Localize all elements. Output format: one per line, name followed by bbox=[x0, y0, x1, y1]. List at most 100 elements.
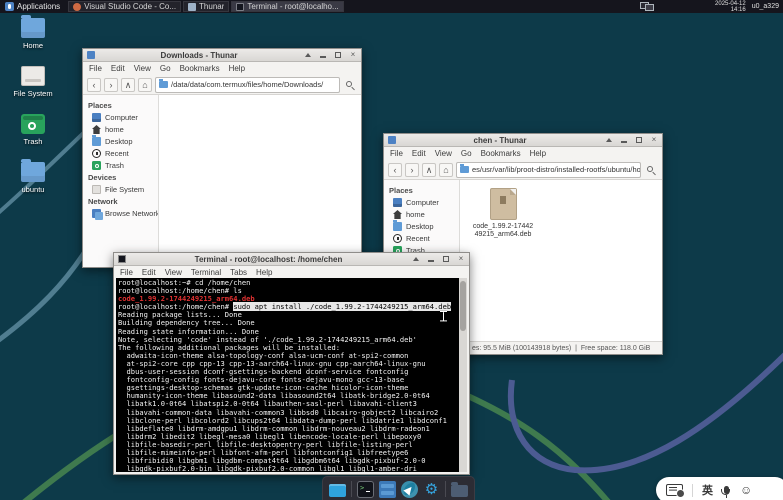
folder-icon bbox=[159, 81, 168, 88]
titlebar[interactable]: Downloads - Thunar × bbox=[83, 49, 361, 62]
shade-button[interactable] bbox=[304, 51, 312, 59]
menu-item-terminal[interactable]: Terminal bbox=[191, 268, 221, 277]
menu-item-view[interactable]: View bbox=[435, 149, 452, 158]
home-button[interactable]: ⌂ bbox=[439, 163, 453, 177]
close-button[interactable]: × bbox=[349, 51, 357, 59]
up-button[interactable]: ∧ bbox=[422, 163, 436, 177]
terminal-icon bbox=[236, 3, 244, 11]
sidebar-item-computer[interactable]: Computer bbox=[393, 198, 459, 207]
dock-file-drawer-icon[interactable] bbox=[379, 481, 396, 498]
menu-item-file[interactable]: File bbox=[390, 149, 403, 158]
sidebar-item-trash[interactable]: Trash bbox=[92, 161, 158, 170]
applications-label: Applications bbox=[17, 2, 60, 11]
maximize-button[interactable] bbox=[334, 51, 342, 59]
titlebar[interactable]: Terminal - root@localhost: /home/chen × bbox=[114, 253, 469, 266]
ime-toolbar: 英 ☺ bbox=[656, 477, 783, 500]
sidebar-item-recent[interactable]: Recent bbox=[92, 149, 158, 158]
terminal-line: libgdk-pixbuf2.0-bin libgdk-pixbuf2.0-co… bbox=[118, 465, 465, 472]
desktop-icon-home[interactable]: Home bbox=[6, 18, 60, 50]
emoji-icon[interactable]: ☺ bbox=[740, 484, 752, 496]
dock-separator bbox=[351, 481, 352, 497]
shade-button[interactable] bbox=[605, 136, 613, 144]
minimize-button[interactable] bbox=[620, 136, 628, 144]
dock-settings-icon[interactable]: ⚙ bbox=[423, 481, 440, 498]
sidebar-item-recent[interactable]: Recent bbox=[393, 234, 459, 243]
folder-icon bbox=[460, 166, 469, 173]
terminal-scrollbar[interactable] bbox=[459, 278, 467, 472]
ime-language-toggle[interactable]: 英 bbox=[702, 482, 713, 498]
path-text: es/usr/var/lib/proot-distro/installed-ro… bbox=[472, 165, 641, 174]
maximize-button[interactable] bbox=[635, 136, 643, 144]
sidebar-item-home[interactable]: home bbox=[92, 125, 158, 134]
forward-button[interactable]: › bbox=[104, 78, 118, 92]
path-bar[interactable]: es/usr/var/lib/proot-distro/installed-ro… bbox=[456, 162, 641, 178]
back-button[interactable]: ‹ bbox=[87, 78, 101, 92]
menu-item-edit[interactable]: Edit bbox=[111, 64, 125, 73]
keyboard-icon[interactable] bbox=[666, 484, 683, 496]
sidebar-item-home[interactable]: home bbox=[393, 210, 459, 219]
back-button[interactable]: ‹ bbox=[388, 163, 402, 177]
sidebar-section-header: Places bbox=[88, 101, 158, 110]
terminal-output[interactable]: root@localhost:~# cd /home/chenroot@loca… bbox=[116, 278, 467, 472]
menu-item-edit[interactable]: Edit bbox=[412, 149, 426, 158]
menu-item-edit[interactable]: Edit bbox=[142, 268, 156, 277]
applications-menu-button[interactable]: Applications bbox=[0, 0, 65, 13]
sidebar-item-label: Recent bbox=[406, 234, 430, 243]
minimize-button[interactable] bbox=[319, 51, 327, 59]
menu-item-bookmarks[interactable]: Bookmarks bbox=[180, 64, 220, 73]
sidebar-item-desktop[interactable]: Desktop bbox=[92, 137, 158, 146]
search-icon[interactable] bbox=[343, 78, 357, 92]
menu-item-tabs[interactable]: Tabs bbox=[230, 268, 247, 277]
home-button[interactable]: ⌂ bbox=[138, 78, 152, 92]
desktop-icon-ubuntu[interactable]: ubuntu bbox=[6, 162, 60, 194]
dock-show-desktop-icon[interactable] bbox=[329, 484, 346, 497]
file-list-area[interactable]: code_1.99.2-17442 49215_arm64.deb bbox=[460, 180, 662, 341]
titlebar[interactable]: chen - Thunar × bbox=[384, 134, 662, 147]
close-button[interactable]: × bbox=[650, 136, 658, 144]
sidebar-item-desktop[interactable]: Desktop bbox=[393, 222, 459, 231]
path-bar[interactable]: /data/data/com.termux/files/home/Downloa… bbox=[155, 77, 340, 93]
sidebar-item-network[interactable]: Browse Network bbox=[92, 209, 158, 218]
menu-item-help[interactable]: Help bbox=[256, 268, 272, 277]
scrollbar-thumb[interactable] bbox=[460, 281, 466, 331]
taskbar-button-thunar[interactable]: Thunar bbox=[183, 1, 229, 12]
sidebar-item-label: Desktop bbox=[105, 137, 133, 146]
maximize-button[interactable] bbox=[442, 255, 450, 263]
menu-item-help[interactable]: Help bbox=[229, 64, 245, 73]
desktop-icon-trash[interactable]: Trash bbox=[6, 114, 60, 146]
menu-item-go[interactable]: Go bbox=[461, 149, 472, 158]
drive-icon bbox=[21, 66, 45, 86]
minimize-button[interactable] bbox=[427, 255, 435, 263]
workspace-icon bbox=[645, 4, 654, 11]
taskbar-button-vscode[interactable]: Visual Studio Code - Co... bbox=[68, 1, 181, 12]
sidebar-item-computer[interactable]: Computer bbox=[92, 113, 158, 122]
forward-button[interactable]: › bbox=[405, 163, 419, 177]
menu-item-go[interactable]: Go bbox=[160, 64, 171, 73]
deb-file-item[interactable]: code_1.99.2-17442 49215_arm64.deb bbox=[470, 188, 536, 239]
menu-item-bookmarks[interactable]: Bookmarks bbox=[481, 149, 521, 158]
sidebar-section-header: Network bbox=[88, 197, 158, 206]
microphone-icon[interactable] bbox=[724, 486, 729, 494]
menu-item-view[interactable]: View bbox=[134, 64, 151, 73]
clock[interactable]: 2025-04-12 14:16 bbox=[715, 1, 746, 13]
close-button[interactable]: × bbox=[457, 255, 465, 263]
menu-item-view[interactable]: View bbox=[165, 268, 182, 277]
menu-item-file[interactable]: File bbox=[89, 64, 102, 73]
desktop-icon-filesystem[interactable]: File System bbox=[6, 66, 60, 98]
path-text: /data/data/com.termux/files/home/Downloa… bbox=[171, 80, 323, 89]
home-icon bbox=[393, 210, 402, 219]
dock-terminal-launcher-icon[interactable] bbox=[357, 481, 374, 498]
sidebar-item-label: Recent bbox=[105, 149, 129, 158]
shade-button[interactable] bbox=[412, 255, 420, 263]
file-list-area[interactable] bbox=[159, 95, 361, 267]
dock-file-manager-icon[interactable] bbox=[451, 485, 468, 497]
desktop-screen: Applications Visual Studio Code - Co...T… bbox=[0, 0, 783, 500]
workspace-switcher[interactable] bbox=[640, 2, 657, 11]
menu-item-file[interactable]: File bbox=[120, 268, 133, 277]
sidebar-item-drive[interactable]: File System bbox=[92, 185, 158, 194]
dock-web-browser-icon[interactable] bbox=[401, 481, 418, 498]
menu-item-help[interactable]: Help bbox=[530, 149, 546, 158]
search-icon[interactable] bbox=[644, 163, 658, 177]
up-button[interactable]: ∧ bbox=[121, 78, 135, 92]
taskbar-button-terminal[interactable]: Terminal - root@localho... bbox=[231, 1, 343, 12]
